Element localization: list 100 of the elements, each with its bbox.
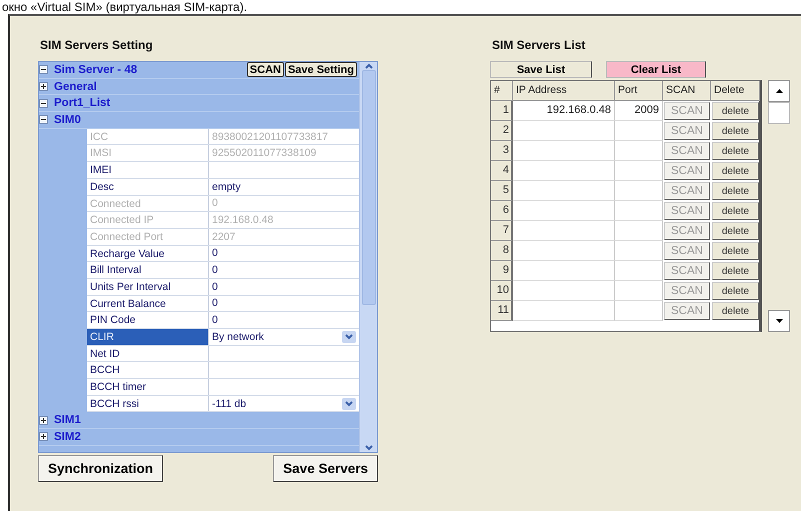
property-value[interactable]: 0 xyxy=(209,296,359,312)
tree-node[interactable]: Sim Server - 48 xyxy=(54,64,138,76)
row-number: 2 xyxy=(491,121,513,141)
column-header: # xyxy=(491,81,513,101)
ip-cell[interactable] xyxy=(513,141,615,161)
scroll-thumb[interactable] xyxy=(768,102,790,124)
ip-cell[interactable] xyxy=(513,181,615,201)
property-value[interactable]: By network xyxy=(209,329,359,345)
column-header: IP Address xyxy=(513,81,615,101)
ip-cell[interactable] xyxy=(513,281,615,301)
delete-button[interactable]: delete xyxy=(712,122,759,140)
port-cell[interactable] xyxy=(615,121,663,141)
property-name[interactable]: Desc xyxy=(87,178,209,194)
delete-button[interactable]: delete xyxy=(712,142,759,160)
property-name[interactable]: BCCH rssi xyxy=(87,396,209,412)
chevron-down-icon[interactable] xyxy=(364,444,374,452)
property-value[interactable] xyxy=(209,362,359,378)
port-cell[interactable] xyxy=(615,281,663,301)
triangle-down-icon xyxy=(776,319,782,323)
property-name[interactable]: Bill Interval xyxy=(87,262,209,278)
property-name[interactable]: Recharge Value xyxy=(87,246,209,262)
row-number: 10 xyxy=(491,281,513,301)
property-name[interactable]: Net ID xyxy=(87,346,209,362)
port-cell[interactable] xyxy=(615,181,663,201)
tree-node[interactable]: General xyxy=(54,80,97,93)
tree-node[interactable]: SIM1 xyxy=(54,414,81,426)
toolbar-button[interactable]: Save Setting xyxy=(284,62,357,78)
ip-cell[interactable] xyxy=(513,121,615,141)
minus-icon[interactable] xyxy=(39,115,48,124)
ip-cell[interactable]: 192.168.0.48 xyxy=(513,101,615,121)
scrollbar[interactable] xyxy=(359,62,377,452)
port-cell[interactable] xyxy=(615,141,663,161)
column-header: Port xyxy=(615,81,663,101)
scroll-down-button[interactable] xyxy=(768,310,790,332)
column-header: Delete xyxy=(711,81,760,101)
port-cell[interactable] xyxy=(615,221,663,241)
delete-button[interactable]: delete xyxy=(712,262,759,280)
plus-icon[interactable] xyxy=(39,416,48,425)
ip-cell[interactable] xyxy=(513,301,615,321)
property-value[interactable] xyxy=(209,162,359,178)
port-cell[interactable] xyxy=(615,261,663,281)
tree-node[interactable]: Port1_List xyxy=(54,97,110,110)
row-number: 9 xyxy=(491,261,513,281)
property-value[interactable]: 0 xyxy=(209,312,359,328)
property-value[interactable]: 0 xyxy=(209,278,359,295)
section-title: SIM Servers Setting xyxy=(40,38,154,52)
chevron-up-icon[interactable] xyxy=(364,62,374,70)
delete-button[interactable]: delete xyxy=(712,162,759,180)
delete-button[interactable]: delete xyxy=(712,282,759,300)
port-cell[interactable] xyxy=(615,301,663,321)
property-name[interactable]: Units Per Interval xyxy=(87,278,209,295)
row-number: 1 xyxy=(491,101,513,121)
property-name[interactable]: IMEI xyxy=(87,162,209,178)
chevron-down-icon[interactable] xyxy=(342,330,356,343)
row-number: 6 xyxy=(491,201,513,221)
ip-cell[interactable] xyxy=(513,201,615,221)
port-cell[interactable] xyxy=(615,161,663,181)
port-cell[interactable] xyxy=(615,241,663,261)
plus-icon[interactable] xyxy=(39,432,48,442)
ip-cell[interactable] xyxy=(513,221,615,241)
port-cell[interactable]: 2009 xyxy=(615,101,663,121)
property-name[interactable]: PIN Code xyxy=(87,312,209,328)
delete-button[interactable]: delete xyxy=(712,102,759,120)
property-name[interactable]: CLIR xyxy=(87,329,209,345)
minus-icon[interactable] xyxy=(39,65,48,74)
save-button[interactable]: Save Servers xyxy=(273,455,378,482)
delete-button[interactable]: delete xyxy=(712,302,759,320)
row-number: 5 xyxy=(491,181,513,201)
property-name[interactable]: BCCH xyxy=(87,362,209,378)
caption-text: окно «Virtual SIM» (виртуальная SIM-карта). xyxy=(1,0,248,14)
delete-button[interactable]: delete xyxy=(712,182,759,200)
tree-node[interactable]: SIM0 xyxy=(54,114,81,126)
delete-button[interactable]: delete xyxy=(712,202,759,220)
property-value[interactable]: 0 xyxy=(209,262,359,278)
triangle-up-icon xyxy=(776,89,782,93)
row-number: 4 xyxy=(491,161,513,181)
minus-icon[interactable] xyxy=(39,98,48,108)
plus-icon[interactable] xyxy=(39,82,48,92)
property-name[interactable]: BCCH timer xyxy=(87,379,209,395)
delete-button[interactable]: delete xyxy=(712,222,759,240)
ip-cell[interactable] xyxy=(513,241,615,261)
ip-cell[interactable] xyxy=(513,261,615,281)
row-number: 11 xyxy=(491,301,513,321)
scroll-thumb[interactable] xyxy=(362,70,376,305)
row-number: 3 xyxy=(491,141,513,161)
clear-list-button[interactable]: Clear List xyxy=(606,61,706,78)
save-list-button[interactable]: Save List xyxy=(490,61,592,78)
chevron-down-icon[interactable] xyxy=(342,398,356,410)
toolbar-button[interactable]: SCAN xyxy=(246,62,284,78)
delete-button[interactable]: delete xyxy=(712,242,759,260)
section-title: SIM Servers List xyxy=(492,38,586,52)
scroll-up-button[interactable] xyxy=(768,80,790,102)
ip-cell[interactable] xyxy=(513,161,615,181)
port-cell[interactable] xyxy=(615,201,663,221)
property-value[interactable]: -111 db xyxy=(209,396,359,412)
property-name[interactable]: Current Balance xyxy=(87,296,209,312)
property-value[interactable]: empty xyxy=(209,178,359,194)
tree-node[interactable]: SIM2 xyxy=(54,430,81,443)
property-value[interactable]: 0 xyxy=(209,246,359,262)
synchronization-button[interactable]: Synchronization xyxy=(38,455,164,482)
